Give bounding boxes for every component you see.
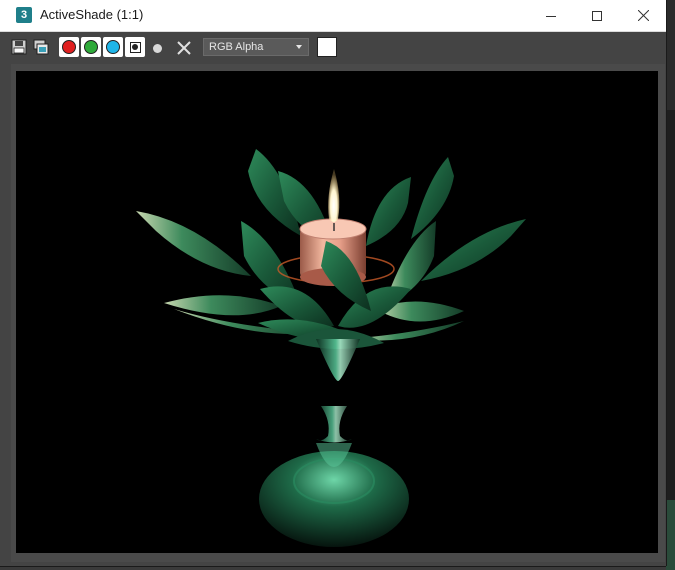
petal (136, 211, 251, 276)
minimize-button[interactable] (528, 0, 574, 31)
petal (421, 219, 526, 281)
save-icon[interactable] (11, 39, 27, 55)
background-color-swatch[interactable] (317, 37, 337, 57)
blue-channel-icon (106, 40, 120, 54)
red-channel-button[interactable] (59, 37, 79, 57)
background-desktop (666, 0, 675, 570)
petal (164, 295, 281, 316)
stem-top (316, 339, 360, 381)
maximize-button[interactable] (574, 0, 620, 31)
window-title: ActiveShade (1:1) (40, 7, 144, 22)
clone-window-icon[interactable] (33, 39, 49, 55)
channel-display-dropdown[interactable]: RGB Alpha (203, 38, 309, 56)
app-icon: 3 (16, 7, 32, 23)
minimize-icon (546, 15, 556, 17)
rendered-image (136, 149, 526, 547)
stem-mid (316, 406, 352, 443)
close-button[interactable] (620, 0, 666, 31)
flame (328, 169, 340, 222)
chevron-down-icon (296, 45, 302, 49)
blue-channel-button[interactable] (103, 37, 123, 57)
candle-top (299, 218, 367, 240)
channel-display-value: RGB Alpha (209, 41, 264, 53)
alpha-channel-icon[interactable] (153, 44, 162, 53)
render-viewport[interactable] (16, 71, 658, 553)
close-icon (637, 10, 649, 21)
green-channel-icon (84, 40, 98, 54)
title-bar[interactable]: 3 ActiveShade (1:1) (0, 0, 666, 32)
red-channel-icon (62, 40, 76, 54)
monochrome-button[interactable] (125, 37, 145, 57)
toolbar: RGB Alpha (0, 32, 666, 62)
monochrome-icon (129, 41, 141, 53)
green-channel-button[interactable] (81, 37, 101, 57)
clear-icon[interactable] (176, 40, 192, 56)
petal (366, 177, 411, 246)
maximize-icon (592, 10, 602, 21)
